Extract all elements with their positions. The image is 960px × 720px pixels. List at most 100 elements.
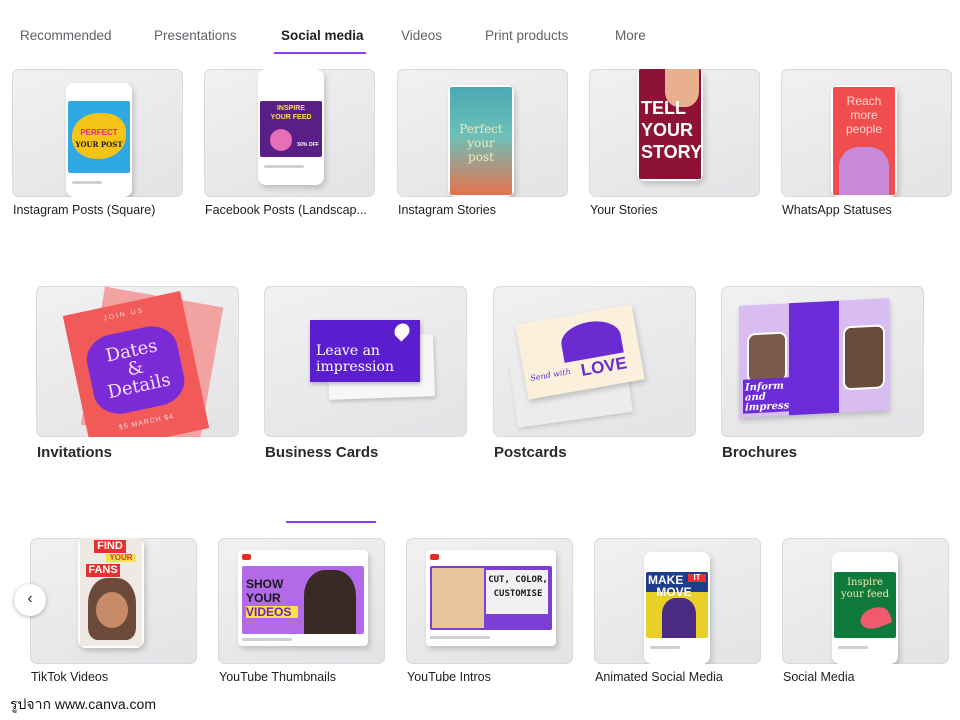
template-thumbnail: FIND YOUR FANS <box>30 538 197 664</box>
design-text: YOUR <box>246 591 281 605</box>
template-card-your-stories[interactable]: TELL YOUR STORY Your Stories <box>589 69 761 219</box>
design-text: your <box>467 136 495 150</box>
design-text: PERFECT <box>80 128 118 137</box>
template-thumbnail: SHOW YOUR VIDEOS <box>218 538 385 664</box>
phone-mockup: Perfect your post <box>448 85 514 197</box>
design-text: post <box>468 150 494 164</box>
tab-presentations[interactable]: Presentations <box>154 28 237 43</box>
design-text: FIND <box>94 540 126 553</box>
design-text: YOUR <box>106 554 136 562</box>
design-text: impression <box>316 359 394 375</box>
design-text: YOUR <box>641 120 694 140</box>
design-preview: CUT, COLOR, CUSTOMISE <box>430 566 552 630</box>
template-card-tiktok-videos[interactable]: FIND YOUR FANS TikTok Videos <box>30 538 198 688</box>
design-text: people <box>845 122 883 136</box>
design-text: Perfect <box>459 122 503 136</box>
design-text: impress <box>745 400 790 414</box>
design-preview: Perfect your post <box>450 87 512 195</box>
template-label: YouTube Thumbnails <box>219 670 336 684</box>
design-text: SHOW <box>246 577 284 591</box>
template-label: YouTube Intros <box>407 670 491 684</box>
template-card-animated-social-media[interactable]: MAKE IT MOVE Animated Social Media <box>594 538 762 688</box>
tab-print-products[interactable]: Print products <box>485 28 568 43</box>
design-preview: Inspire your feed <box>834 572 896 638</box>
template-card-social-media[interactable]: Inspire your feed Social Media <box>782 538 950 688</box>
design-text: JOIN US <box>102 307 145 323</box>
template-label: Social Media <box>783 670 855 684</box>
tab-videos[interactable]: Videos <box>401 28 442 43</box>
template-label: Instagram Posts (Square) <box>13 203 156 217</box>
template-thumbnail: PERFECT YOUR POST <box>12 69 183 197</box>
template-card-brochures[interactable]: Inform and impress Brochures <box>721 286 924 466</box>
template-label: Invitations <box>37 444 113 461</box>
template-card-youtube-thumbnails[interactable]: SHOW YOUR VIDEOS YouTube Thumbnails <box>218 538 386 688</box>
design-preview: MAKE IT MOVE <box>646 572 708 638</box>
design-text: 50% OFF <box>297 142 319 148</box>
carousel-prev-button[interactable]: ‹ <box>14 584 46 616</box>
template-thumbnail: JOIN US Dates & Details $5 MARCH $4 <box>36 286 239 437</box>
template-thumbnail: MAKE IT MOVE <box>594 538 761 664</box>
template-label: Animated Social Media <box>595 670 723 684</box>
design-text: your feed <box>840 589 889 600</box>
template-thumbnail: Inform and impress <box>721 286 924 437</box>
design-text: TELL <box>641 98 686 118</box>
design-text: Inspire <box>847 577 883 588</box>
template-label: Your Stories <box>590 203 658 217</box>
design-text: YOUR FEED <box>270 114 312 121</box>
template-thumbnail: Reach more people <box>781 69 952 197</box>
image-credit: รูปจาก www.canva.com <box>10 696 156 712</box>
design-text: MOVE <box>656 585 692 599</box>
template-label: Facebook Posts (Landscap... <box>205 203 367 217</box>
phone-mockup: MAKE IT MOVE <box>644 552 710 664</box>
template-card-invitations[interactable]: JOIN US Dates & Details $5 MARCH $4 Invi… <box>36 286 239 466</box>
template-card-instagram-posts[interactable]: PERFECT YOUR POST Instagram Posts (Squar… <box>12 69 184 219</box>
design-text: FANS <box>86 564 120 577</box>
template-thumbnail: INSPIRE YOUR FEED 50% OFF <box>204 69 375 197</box>
template-label: Postcards <box>494 444 567 461</box>
template-card-instagram-stories[interactable]: Perfect your post Instagram Stories <box>397 69 569 219</box>
browser-mockup: SHOW YOUR VIDEOS <box>238 550 368 646</box>
design-preview: SHOW YOUR VIDEOS <box>242 566 364 634</box>
template-card-facebook-posts[interactable]: INSPIRE YOUR FEED 50% OFF Facebook Posts… <box>204 69 376 219</box>
template-card-business-cards[interactable]: Leave an impression Business Cards <box>264 286 467 466</box>
template-card-whatsapp-statuses[interactable]: Reach more people WhatsApp Statuses <box>781 69 953 219</box>
phone-mockup: INSPIRE YOUR FEED 50% OFF <box>258 69 324 185</box>
design-text: YOUR POST <box>75 140 123 149</box>
tab-recommended[interactable]: Recommended <box>20 28 112 43</box>
active-tab-indicator <box>274 52 366 54</box>
youtube-icon <box>242 554 251 560</box>
template-label: Instagram Stories <box>398 203 496 217</box>
template-label: WhatsApp Statuses <box>782 203 892 217</box>
scroll-indicator <box>286 521 376 523</box>
design-preview: Leave an impression <box>310 320 420 382</box>
design-text: STORY <box>641 142 701 162</box>
template-thumbnail: TELL YOUR STORY <box>589 69 760 197</box>
design-preview: Inform and impress <box>739 298 889 418</box>
browser-mockup: CUT, COLOR, CUSTOMISE <box>426 550 556 646</box>
design-preview: TELL YOUR STORY <box>639 69 701 179</box>
design-preview: FIND YOUR FANS <box>80 538 142 646</box>
chevron-left-icon: ‹ <box>27 590 33 607</box>
design-preview: Reach more people <box>833 87 895 195</box>
template-label: TikTok Videos <box>31 670 109 684</box>
tab-social-media[interactable]: Social media <box>281 28 364 43</box>
template-thumbnail: CUT, COLOR, CUSTOMISE <box>406 538 573 664</box>
phone-mockup: Inspire your feed <box>832 552 898 664</box>
template-thumbnail: Leave an impression <box>264 286 467 437</box>
design-preview: INSPIRE YOUR FEED 50% OFF <box>260 101 322 157</box>
youtube-icon <box>430 554 439 560</box>
tab-more[interactable]: More <box>615 28 646 43</box>
template-thumbnail: Send with LOVE <box>493 286 696 437</box>
template-label: Brochures <box>722 444 798 461</box>
design-text: more <box>850 108 878 122</box>
phone-mockup: Reach more people <box>831 85 897 197</box>
template-card-postcards[interactable]: Send with LOVE Postcards <box>493 286 696 466</box>
phone-mockup: TELL YOUR STORY <box>637 69 703 181</box>
template-card-youtube-intros[interactable]: CUT, COLOR, CUSTOMISE YouTube Intros <box>406 538 574 688</box>
design-text: VIDEOS <box>246 606 298 618</box>
design-text: Reach <box>846 94 882 108</box>
design-text: Send with <box>529 366 572 383</box>
design-text: IT <box>688 574 706 582</box>
template-label: Business Cards <box>265 444 379 461</box>
heart-icon <box>391 320 413 342</box>
